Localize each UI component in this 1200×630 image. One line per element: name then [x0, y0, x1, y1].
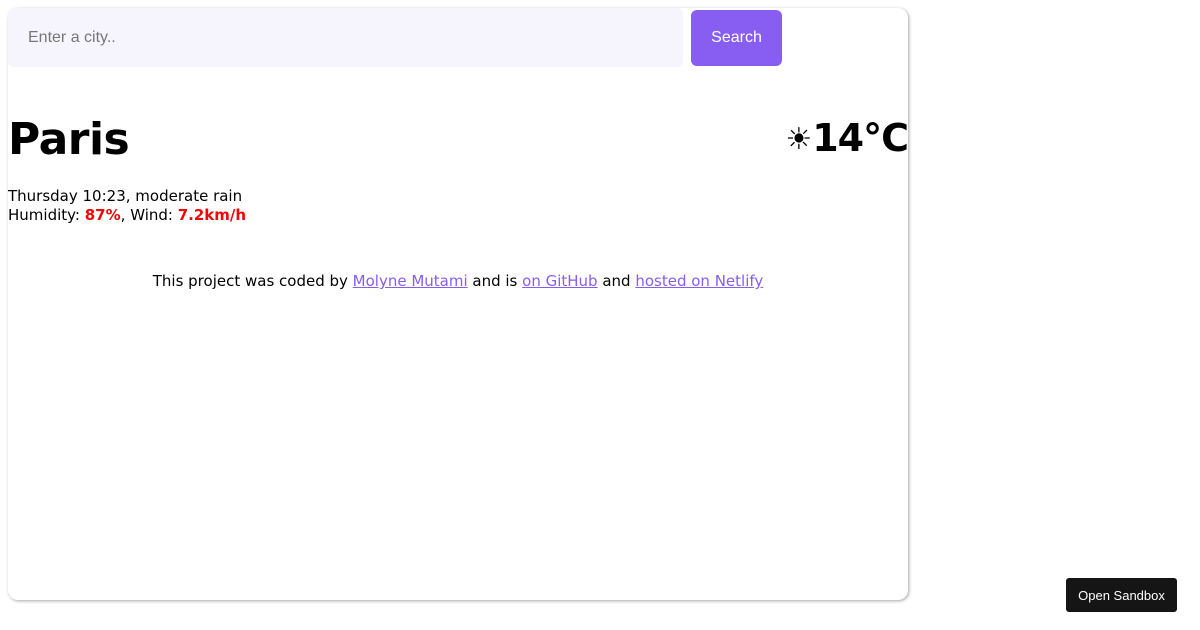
city-name: Paris: [8, 114, 130, 165]
credits-text-middle: and is: [467, 272, 523, 290]
weather-app-card: Search Paris ☀ 14 °C Thursday 10:23, mod…: [8, 8, 909, 600]
temperature-value: 14: [812, 116, 864, 160]
credits-text-and: and: [597, 272, 636, 290]
humidity-wind-line: Humidity: 87%, Wind: 7.2km/h: [8, 206, 247, 224]
github-link[interactable]: on GitHub: [522, 272, 597, 290]
project-credits: This project was coded by Molyne Mutami …: [8, 271, 908, 291]
wind-label: Wind:: [130, 206, 178, 224]
wind-value: 7.2km/h: [177, 206, 247, 224]
weather-details: Thursday 10:23, moderate rain Humidity: …: [8, 187, 246, 225]
temperature-unit: °C: [863, 116, 909, 160]
day-time: Thursday 10:23: [8, 187, 126, 205]
author-link[interactable]: Molyne Mutami: [353, 272, 468, 290]
netlify-link[interactable]: hosted on Netlify: [635, 272, 763, 290]
credits-text-before: This project was coded by: [152, 272, 353, 290]
search-form: Search: [8, 8, 908, 68]
date-description-line: Thursday 10:23, moderate rain: [8, 187, 243, 205]
sun-icon: ☀: [785, 122, 812, 157]
humidity-value: 87%: [84, 206, 121, 224]
weather-description: moderate rain: [135, 187, 243, 205]
current-temperature: ☀ 14 °C: [785, 115, 909, 161]
humidity-label: Humidity:: [8, 206, 85, 224]
search-button[interactable]: Search: [691, 10, 782, 66]
city-search-input[interactable]: [8, 8, 683, 67]
open-sandbox-button[interactable]: Open Sandbox: [1066, 578, 1177, 612]
